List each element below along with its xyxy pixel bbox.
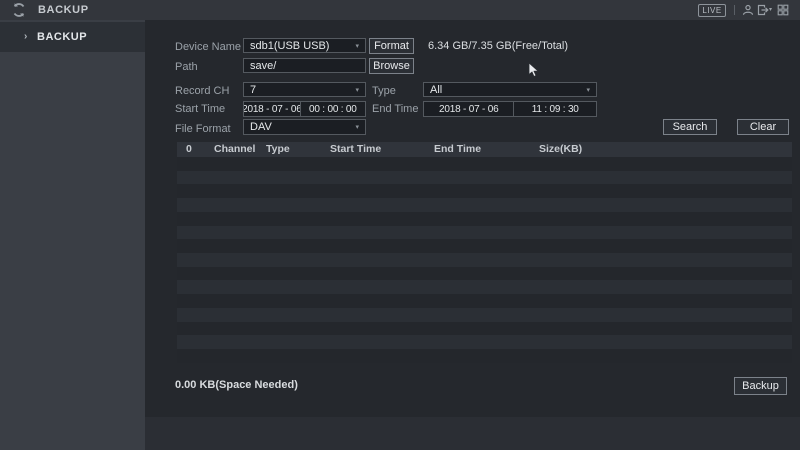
table-body [177,157,792,363]
col-count: 0 [186,142,192,157]
start-time-value[interactable]: 00 : 00 : 00 [300,102,365,116]
titlebar: BACKUP LIVE ▾ [0,0,800,20]
space-needed-text: 0.00 KB(Space Needed) [175,379,298,391]
table-row [177,335,792,349]
device-name-value: sdb1(USB USB) [250,40,351,52]
record-ch-value: 7 [250,84,351,96]
table-header: 0 Channel Type Start Time End Time Size(… [177,142,792,157]
path-input-wrap [243,58,366,73]
caret-down-icon: ▾ [355,123,359,131]
end-date-value[interactable]: 2018 - 07 - 06 [424,102,513,116]
start-date-value[interactable]: 2018 - 07 - 06 [244,102,300,116]
end-time-value[interactable]: 11 : 09 : 30 [513,102,596,116]
path-label: Path [175,61,245,73]
live-button[interactable]: LIVE [698,4,726,17]
type-value: All [430,84,582,96]
col-size: Size(KB) [539,142,582,157]
record-ch-select[interactable]: 7 ▾ [243,82,366,97]
type-label: Type [372,85,422,97]
sidebar-item-backup[interactable]: › BACKUP [0,22,145,52]
path-input[interactable] [250,60,359,72]
col-start-time: Start Time [330,142,381,157]
col-type: Type [266,142,290,157]
col-end-time: End Time [434,142,481,157]
page-title: BACKUP [38,4,89,16]
chevron-right-icon: › [24,22,28,52]
app-logo-icon [11,2,27,18]
table-row [177,184,792,198]
table-row [177,239,792,253]
grid-view-icon[interactable] [777,4,789,16]
caret-down-icon: ▾ [355,42,359,50]
start-time-picker[interactable]: 2018 - 07 - 06 00 : 00 : 00 [243,101,366,117]
browse-button[interactable]: Browse [369,58,414,74]
logout-caret-icon[interactable]: ▾ [769,6,772,13]
table-row [177,267,792,281]
bottom-strip [145,417,800,450]
titlebar-divider [734,5,735,15]
record-ch-label: Record CH [175,85,245,97]
table-row [177,171,792,185]
backup-screen: BACKUP LIVE ▾ › BACKUP Device Name sdb [0,0,800,450]
clear-button[interactable]: Clear [737,119,789,135]
table-row [177,349,792,363]
file-format-value: DAV [250,121,351,133]
table-row [177,294,792,308]
table-row [177,308,792,322]
mouse-cursor [528,62,540,78]
table-row [177,226,792,240]
file-format-select[interactable]: DAV ▾ [243,119,366,135]
sidebar: › BACKUP [0,20,145,450]
caret-down-icon: ▾ [586,86,590,94]
table-row [177,212,792,226]
file-format-label: File Format [175,123,245,135]
capacity-info: 6.34 GB/7.35 GB(Free/Total) [428,40,568,52]
type-select[interactable]: All ▾ [423,82,597,97]
table-row [177,322,792,336]
device-name-label: Device Name [175,41,245,53]
format-button[interactable]: Format [369,38,414,54]
col-channel: Channel [214,142,255,157]
backup-button[interactable]: Backup [734,377,787,395]
results-table: 0 Channel Type Start Time End Time Size(… [177,142,792,363]
end-time-label: End Time [372,103,422,115]
table-row [177,280,792,294]
table-row [177,157,792,171]
user-icon[interactable] [742,4,754,16]
sidebar-item-label: BACKUP [37,22,87,52]
logout-icon[interactable] [757,4,769,16]
main-panel: Device Name sdb1(USB USB) ▾ Format 6.34 … [145,20,800,417]
start-time-label: Start Time [175,103,245,115]
end-time-picker[interactable]: 2018 - 07 - 06 11 : 09 : 30 [423,101,597,117]
device-name-select[interactable]: sdb1(USB USB) ▾ [243,38,366,53]
search-button[interactable]: Search [663,119,717,135]
table-row [177,198,792,212]
table-row [177,253,792,267]
caret-down-icon: ▾ [355,86,359,94]
